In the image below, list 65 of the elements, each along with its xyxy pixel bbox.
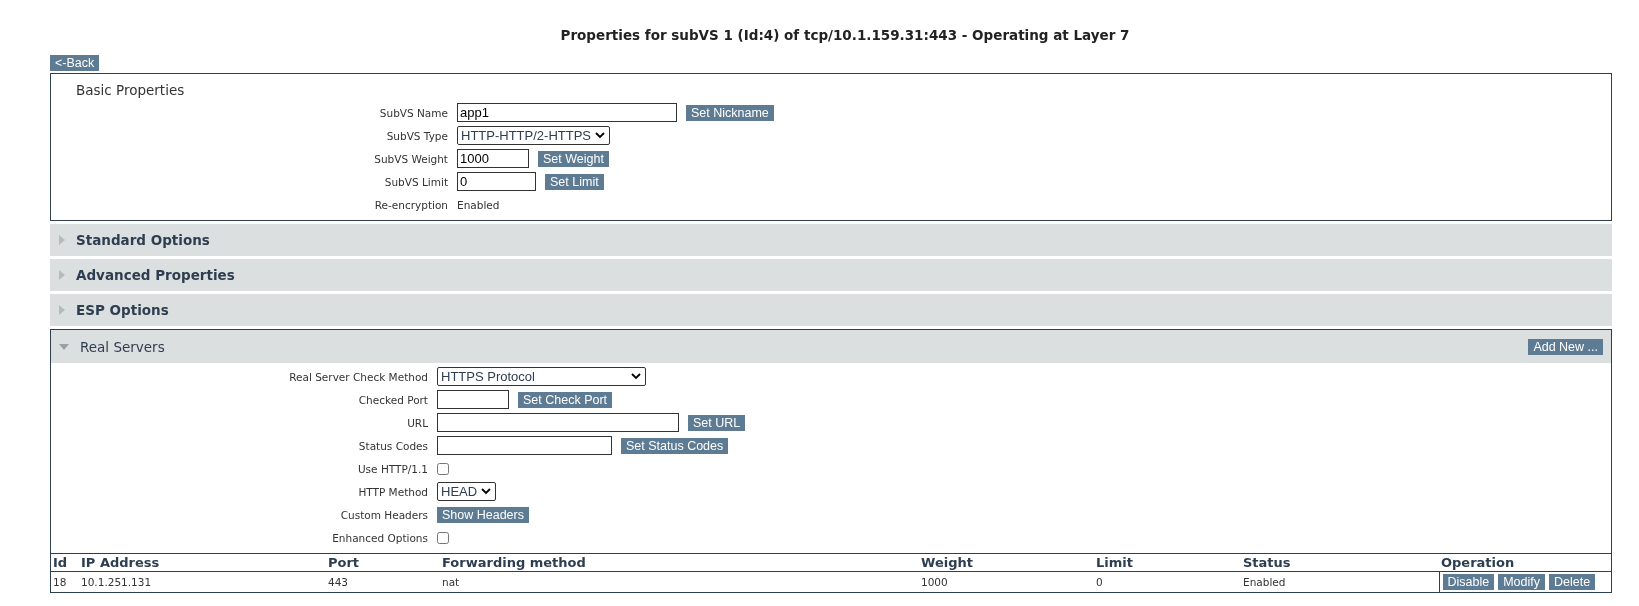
section-title: Basic Properties: [75, 81, 186, 98]
table-cell: 1000: [919, 571, 1094, 592]
field-label: Enhanced Options: [331, 531, 428, 544]
page-title: Properties for subVS 1 (Id:4) of tcp/10.1.159.31:443 - Operating at Layer 7: [559, 27, 1131, 43]
column-header: Port: [326, 553, 440, 572]
expand-arrow-icon: [59, 235, 65, 245]
expand-arrow-icon: [59, 305, 65, 315]
action-button[interactable]: Set Limit: [545, 173, 604, 190]
column-header: Status: [1241, 553, 1439, 572]
column-header: Limit: [1094, 553, 1241, 572]
collapsible-section-header[interactable]: ESP Options: [50, 294, 1612, 326]
text-field[interactable]: 0: [457, 172, 536, 191]
field-label: Real Server Check Method: [288, 370, 428, 383]
expand-arrow-icon: [59, 270, 65, 280]
dropdown[interactable]: HTTPS Protocol: [437, 367, 646, 386]
table-cell: 443: [326, 571, 440, 592]
collapsible-section-header[interactable]: Advanced Properties: [50, 259, 1612, 291]
column-header: IP Address: [79, 553, 326, 572]
field-label: Checked Port: [357, 393, 428, 406]
section-header[interactable]: Real Servers Add New ...: [51, 330, 1611, 363]
field-label: Status Codes: [357, 439, 428, 452]
field-label: SubVS Limit: [383, 175, 448, 188]
field-label: SubVS Weight: [373, 152, 448, 165]
column-header: Id: [51, 553, 79, 572]
column-header: Operation: [1439, 553, 1611, 572]
field-label: SubVS Type: [385, 129, 448, 142]
action-button[interactable]: Set Status Codes: [621, 437, 729, 454]
collapsible-section-header[interactable]: Standard Options: [50, 224, 1612, 256]
text-field[interactable]: [437, 390, 509, 409]
text-field[interactable]: app1: [457, 103, 677, 122]
checkbox[interactable]: [437, 462, 449, 475]
field-label: Use HTTP/1.1: [356, 462, 428, 475]
row-action-button[interactable]: Disable: [1442, 574, 1495, 590]
table-cell: 0: [1094, 571, 1241, 592]
text-field[interactable]: 1000: [457, 149, 529, 168]
action-button[interactable]: Show Headers: [437, 506, 529, 523]
field-label: SubVS Name: [378, 106, 448, 119]
checkbox[interactable]: [437, 531, 449, 544]
dropdown[interactable]: HEAD: [437, 482, 497, 501]
chevron-down-icon: [631, 373, 641, 380]
text-field[interactable]: [437, 413, 679, 432]
table-cell: Enabled: [1241, 571, 1439, 592]
column-header: Forwarding method: [440, 553, 919, 572]
text-field[interactable]: [437, 436, 612, 455]
table-cell: 18: [51, 571, 79, 592]
field-label: HTTP Method: [357, 485, 428, 498]
field-label: Re-encryption: [373, 198, 448, 211]
collapse-arrow-icon: [59, 343, 69, 350]
row-action-button[interactable]: Modify: [1498, 574, 1545, 590]
action-button[interactable]: Set Check Port: [518, 391, 613, 408]
action-button[interactable]: Set Nickname: [686, 104, 774, 121]
table-cell: nat: [440, 571, 919, 592]
chevron-down-icon: [595, 132, 605, 139]
back-button[interactable]: <-Back: [50, 55, 100, 71]
action-button[interactable]: Set Weight: [538, 150, 609, 167]
row-action-button[interactable]: Delete: [1549, 574, 1596, 590]
chevron-down-icon: [481, 488, 492, 495]
column-header: Weight: [919, 553, 1094, 572]
table-cell: 10.1.251.131: [79, 571, 326, 592]
field-value: Enabled: [457, 198, 500, 211]
add-new-button[interactable]: Add New ...: [1528, 338, 1603, 355]
field-label: Custom Headers: [339, 508, 428, 521]
field-label: URL: [406, 416, 428, 429]
action-button[interactable]: Set URL: [688, 414, 746, 431]
dropdown[interactable]: HTTP-HTTP/2-HTTPS: [457, 126, 610, 145]
